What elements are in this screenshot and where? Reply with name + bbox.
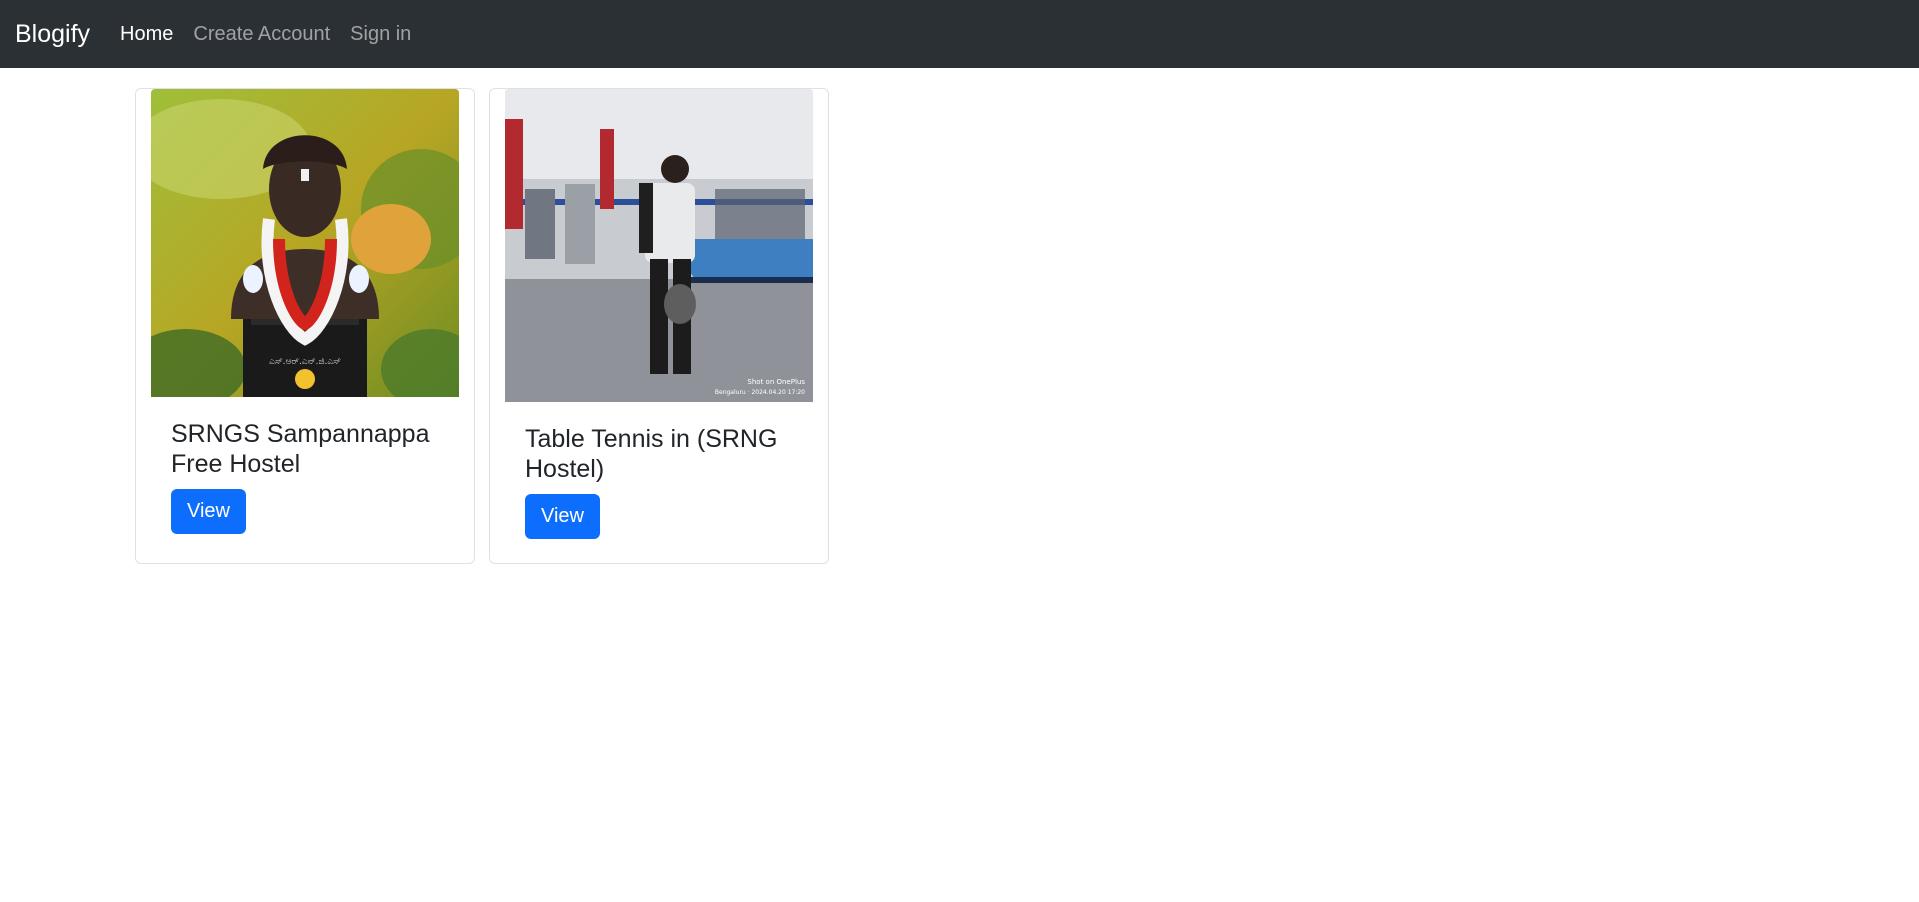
view-button[interactable]: View <box>525 494 600 539</box>
post-title: SRNGS Sampannappa Free Hostel <box>171 420 430 478</box>
image-caption-line2: Bengaluru · 2024.04.20 17:20 <box>715 389 805 396</box>
post-title: Table Tennis in (SRNG Hostel) <box>525 425 778 483</box>
post-card-body: Table Tennis in (SRNG Hostel) View <box>490 402 828 539</box>
top-navbar: Blogify Home Create Account Sign in <box>0 0 1919 68</box>
nav-create-account[interactable]: Create Account <box>193 23 330 46</box>
svg-text:ಎಸ್.ಆರ್.ಎನ್.ಜಿ.ಎಸ್: ಎಸ್.ಆರ್.ಎನ್.ಜಿ.ಎಸ್ <box>269 357 341 367</box>
image-caption-line1: Shot on OnePlus <box>747 378 805 386</box>
post-card: Shot on OnePlus Bengaluru · 2024.04.20 1… <box>489 88 829 564</box>
post-image-table-tennis: Shot on OnePlus Bengaluru · 2024.04.20 1… <box>505 89 813 402</box>
nav-sign-in[interactable]: Sign in <box>350 23 411 46</box>
brand-link[interactable]: Blogify <box>15 20 90 49</box>
view-button[interactable]: View <box>171 489 246 534</box>
post-image-statue: ಎಸ್.ಆರ್.ಎನ್.ಜಿ.ಎಸ್ <box>151 89 459 397</box>
nav-home[interactable]: Home <box>120 23 173 46</box>
post-list: ಎಸ್.ಆರ್.ಎನ್.ಜಿ.ಎಸ್ SRNGS Sampannappa Fre… <box>135 88 829 564</box>
post-card-body: SRNGS Sampannappa Free Hostel View <box>136 397 474 534</box>
post-card: ಎಸ್.ಆರ್.ಎನ್.ಜಿ.ಎಸ್ SRNGS Sampannappa Fre… <box>135 88 475 564</box>
